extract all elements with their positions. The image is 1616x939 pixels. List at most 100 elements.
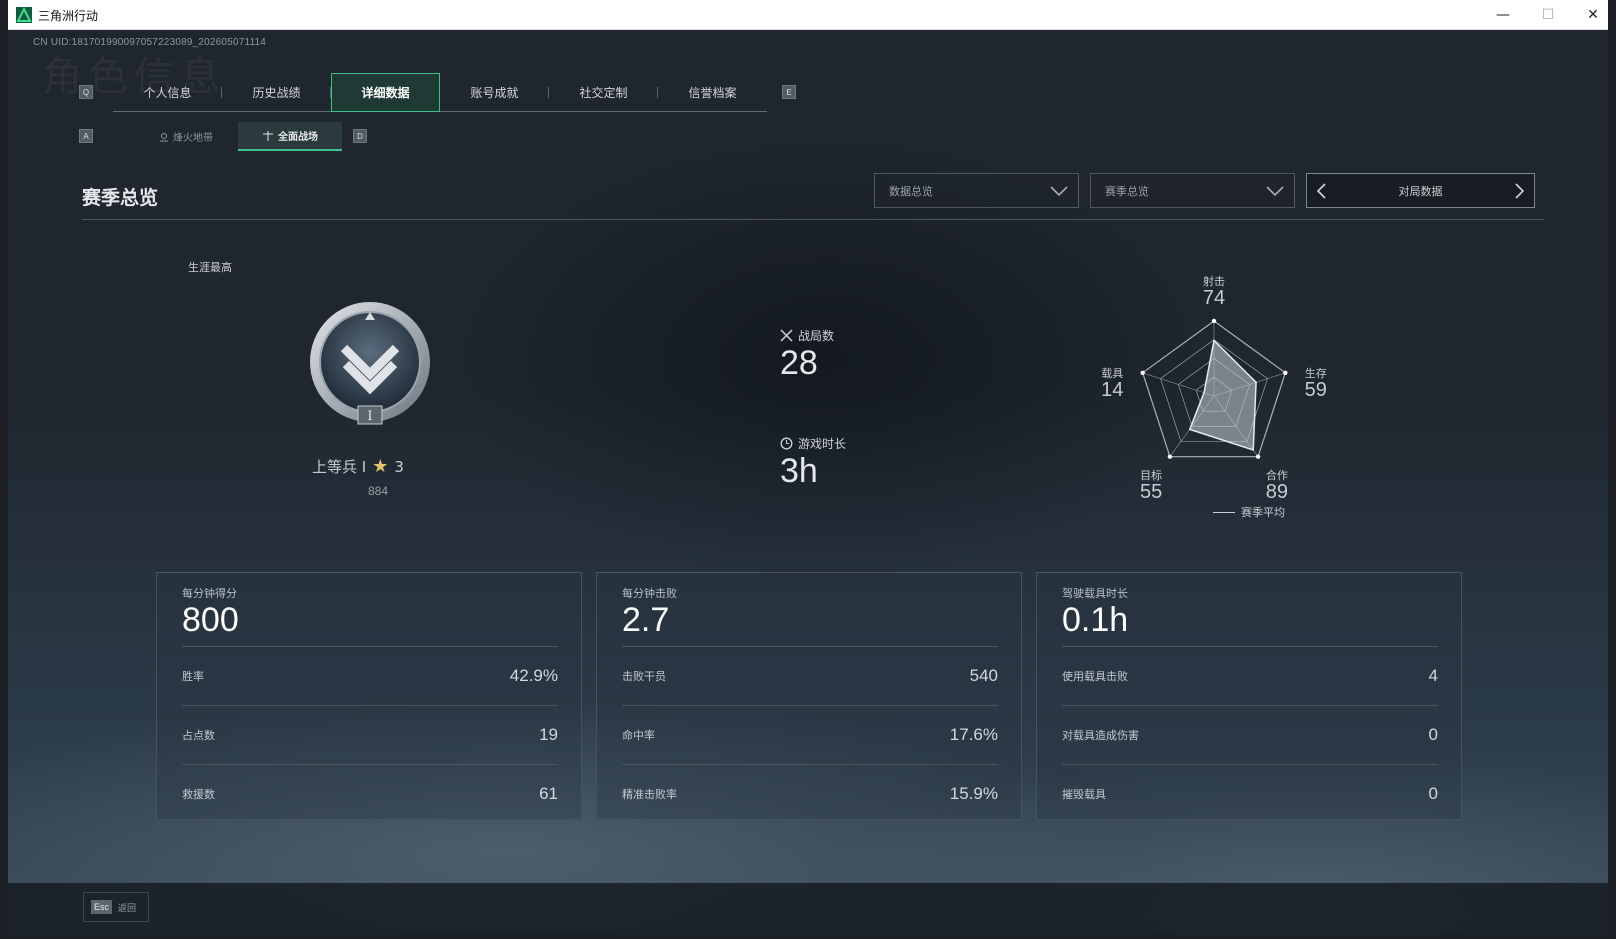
stat-value: 540 <box>969 665 998 685</box>
stat-value: 19 <box>539 724 558 744</box>
stat-value: 17.6% <box>949 724 998 744</box>
card-head-value: 2.7 <box>622 601 670 639</box>
chevron-left-icon[interactable] <box>1315 183 1327 199</box>
section-divider <box>82 219 1544 220</box>
esc-key-hint: Esc <box>91 900 113 914</box>
tab-reputation[interactable]: 信誉档案 <box>658 73 767 111</box>
mode-subtabs: 烽火地带 全面战场 <box>134 122 342 151</box>
rank-name: 上等兵 I <box>312 458 367 476</box>
close-button[interactable]: ✕ <box>1570 0 1616 30</box>
tab-label: 个人信息 <box>143 85 192 100</box>
dropdown-value: 赛季总览 <box>1105 184 1149 198</box>
tab-label: 历史战绩 <box>252 85 301 100</box>
maximize-button[interactable]: ☐ <box>1525 0 1571 30</box>
stat-value: 4 <box>1428 665 1438 685</box>
dropdown-value: 数据总览 <box>889 184 933 198</box>
radar-vertex <box>1167 454 1173 459</box>
subtab-prev-key-hint: A <box>79 129 93 143</box>
card-head-label: 每分钟击败 <box>622 587 677 600</box>
tab-detailed-data[interactable]: 详细数据 <box>331 73 440 112</box>
stat-value: 0 <box>1428 724 1438 744</box>
stat-row: 摧毁载具 0 <box>1062 764 1438 822</box>
stat-key: 命中率 <box>622 728 655 742</box>
playtime-stat: 游戏时长 3h <box>780 435 846 490</box>
subtab-label: 全面战场 <box>278 132 318 143</box>
stat-row: 占点数 19 <box>182 705 558 763</box>
app-window: 三角洲行动 — ☐ ✕ 角色信息 CN UID:1817019900970572… <box>8 0 1608 935</box>
clock-icon <box>780 437 793 450</box>
window-title: 三角洲行动 <box>38 9 99 23</box>
tab-personal-info[interactable]: 个人信息 <box>113 73 222 111</box>
stat-value: 15.9% <box>949 783 998 803</box>
stat-key: 使用载具击败 <box>1062 669 1128 683</box>
subtab-warfare[interactable]: 全面战场 <box>238 122 342 151</box>
crossed-swords-icon <box>780 329 793 342</box>
radar-axis-value: 14 <box>1101 378 1124 401</box>
card-head-label: 每分钟得分 <box>182 587 237 600</box>
stat-card-kills: 每分钟击败 2.7 击败干员 540 命中率 17.6% 精准击败率 15.9% <box>596 572 1022 820</box>
card-head-label: 驾驶载具时长 <box>1062 587 1128 600</box>
stat-key: 精准击败率 <box>622 787 677 801</box>
rank-stars: 3 <box>394 457 404 476</box>
title-bar: 三角洲行动 — ☐ ✕ <box>8 0 1608 30</box>
subtab-next-key-hint: D <box>353 129 367 143</box>
uid-label: CN UID:1817019900970572230​89_2026050711… <box>33 37 267 48</box>
stat-row: 精准击败率 15.9% <box>622 764 998 822</box>
career-best-label: 生涯最高 <box>188 261 232 274</box>
radar-legend: 赛季平均 <box>1213 504 1285 520</box>
chevron-down-icon <box>1050 186 1068 197</box>
radar-value-area <box>1188 338 1257 452</box>
stat-key: 对载具造成伤害 <box>1062 728 1139 742</box>
stat-value: 61 <box>539 783 558 803</box>
stat-key: 摧毁载具 <box>1062 787 1106 801</box>
stat-key: 救援数 <box>182 787 215 801</box>
stat-key: 占点数 <box>182 728 215 742</box>
tab-prev-key-hint: Q <box>79 85 93 99</box>
app-logo-icon <box>16 7 32 23</box>
radar-axis-value: 59 <box>1304 378 1327 401</box>
chevron-right-icon[interactable] <box>1514 183 1526 199</box>
minimize-button[interactable]: — <box>1480 0 1526 30</box>
data-scope-dropdown[interactable]: 数据总览 <box>874 173 1079 208</box>
legend-label: 赛季平均 <box>1241 506 1285 519</box>
season-dropdown[interactable]: 赛季总览 <box>1090 173 1295 208</box>
tab-achievements[interactable]: 账号成就 <box>440 73 549 111</box>
playtime-label: 游戏时长 <box>798 437 847 451</box>
tab-label: 信誉档案 <box>688 85 737 100</box>
stat-key: 击败干员 <box>622 669 666 683</box>
legend-line <box>1213 511 1235 513</box>
radar-vertex <box>1283 370 1288 376</box>
stat-card-score: 每分钟得分 800 胜率 42.9% 占点数 19 救援数 61 <box>156 572 582 820</box>
tab-match-history[interactable]: 历史战绩 <box>222 73 331 111</box>
playtime-value: 3h <box>780 452 818 490</box>
radar-axis-value: 89 <box>1265 480 1289 503</box>
tab-label: 账号成就 <box>470 85 519 100</box>
stat-row: 击败干员 540 <box>622 646 998 704</box>
back-button[interactable]: Esc 返回 <box>83 892 149 922</box>
matches-stat: 战局数 28 <box>780 327 834 382</box>
tab-label: 社交定制 <box>579 85 628 100</box>
card-head-value: 800 <box>182 601 239 639</box>
matches-value: 28 <box>780 344 818 382</box>
radar-axis-value: 55 <box>1139 480 1163 503</box>
rank-points: 884 <box>367 484 389 498</box>
stat-card-vehicle: 驾驶载具时长 0.1h 使用载具击败 4 对载具造成伤害 0 摧毁载具 0 <box>1036 572 1462 820</box>
stat-row: 救援数 61 <box>182 764 558 822</box>
radar-vertex <box>1211 318 1217 324</box>
match-data-pager: 对局数据 <box>1306 173 1535 208</box>
tab-social[interactable]: 社交定制 <box>549 73 658 111</box>
tab-label: 详细数据 <box>361 86 410 100</box>
star-icon: ★ <box>372 456 389 477</box>
stat-value: 0 <box>1428 783 1438 803</box>
stat-value: 42.9% <box>509 665 558 685</box>
back-label: 返回 <box>118 903 137 914</box>
rank-badge-icon: I <box>310 302 430 425</box>
rank-line: 上等兵 I ★ 3 <box>312 456 452 477</box>
matches-label: 战局数 <box>798 329 835 343</box>
stat-row: 使用载具击败 4 <box>1062 646 1438 704</box>
chevron-down-icon <box>1266 186 1284 197</box>
stat-row: 命中率 17.6% <box>622 705 998 763</box>
rank-badge-numeral: I <box>367 409 372 424</box>
bottom-bar: Esc 返回 <box>8 883 1608 935</box>
subtab-extraction[interactable]: 烽火地带 <box>134 122 238 151</box>
